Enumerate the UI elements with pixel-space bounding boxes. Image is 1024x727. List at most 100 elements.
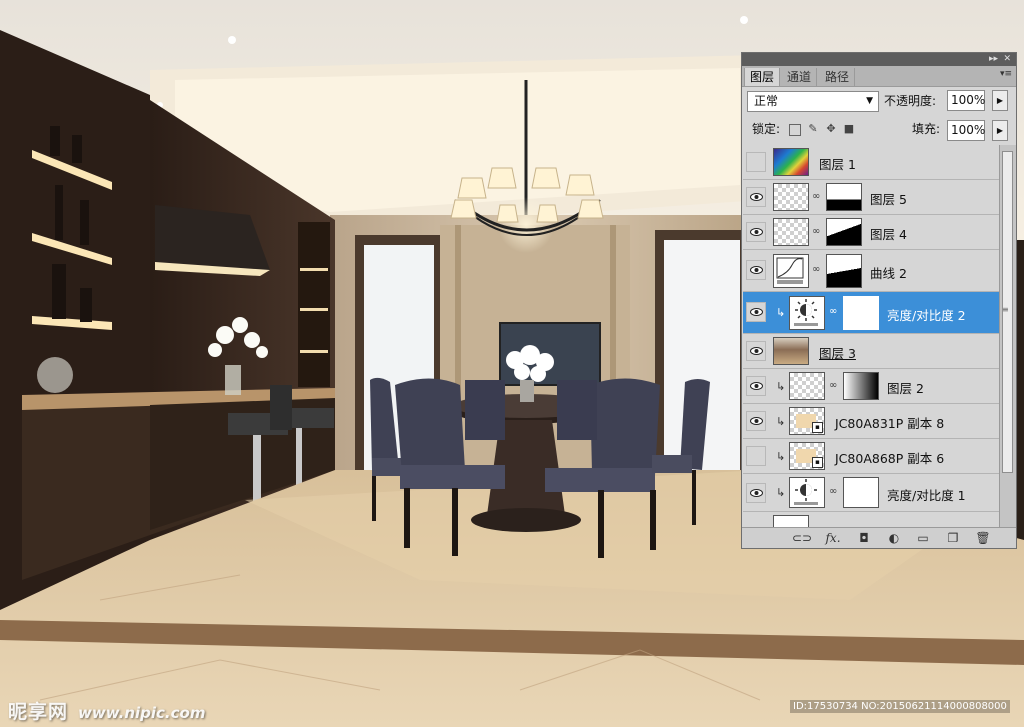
mask-thumbnail xyxy=(843,372,879,400)
trash-icon[interactable]: 🗑 xyxy=(974,530,992,546)
opacity-slider-arrow-icon[interactable]: ▶ xyxy=(992,90,1008,111)
adjustment-layer-icon[interactable]: ◐ xyxy=(885,530,903,546)
visibility-toggle[interactable] xyxy=(746,446,766,466)
visibility-toggle[interactable] xyxy=(746,341,766,361)
close-icon[interactable]: ✕ xyxy=(1003,53,1011,66)
fill-label: 填充: xyxy=(912,122,941,136)
opacity-input[interactable]: 100% xyxy=(947,90,985,111)
layer-row[interactable]: ↳ ▪ JC80A868P 副本 6 xyxy=(743,439,999,474)
layer-name: 图层 4 xyxy=(870,227,907,242)
link-icon: ∞ xyxy=(812,191,821,202)
fill-input[interactable]: 100% xyxy=(947,120,985,141)
clipping-arrow-icon: ↳ xyxy=(776,380,786,393)
visibility-toggle[interactable] xyxy=(746,483,766,503)
link-layers-icon[interactable]: ⊂⊃ xyxy=(792,530,812,546)
eye-icon xyxy=(750,266,763,274)
visibility-toggle[interactable] xyxy=(746,222,766,242)
watermark-logo: 昵享网 www.nipic.com xyxy=(8,697,205,724)
lock-label: 锁定: xyxy=(752,122,781,136)
clipping-arrow-icon: ↳ xyxy=(776,306,786,319)
layer-name: 图层 5 xyxy=(870,192,907,207)
scroll-grip-icon: ≡ xyxy=(1002,305,1009,314)
lock-move-icon[interactable]: ✥ xyxy=(825,123,837,135)
clipping-arrow-icon: ↳ xyxy=(776,450,786,463)
smart-object-thumbnail: ▪ xyxy=(789,442,825,470)
mask-thumbnail xyxy=(843,296,879,330)
layer-name: JC80A831P 副本 8 xyxy=(835,416,945,431)
layer-row[interactable]: ↳ ∞ 亮度/对比度 1 xyxy=(743,474,999,512)
mask-thumbnail xyxy=(826,218,862,246)
link-icon: ∞ xyxy=(829,486,838,497)
lock-transparent-icon[interactable] xyxy=(789,124,801,136)
layer-row[interactable]: ∞ 图层 4 xyxy=(743,215,999,250)
tab-layers[interactable]: 图层 xyxy=(744,68,781,86)
tab-channels[interactable]: 通道 xyxy=(782,68,818,86)
opacity-label: 不透明度: xyxy=(884,94,937,108)
collapse-icon[interactable]: ▸▸ xyxy=(989,53,998,66)
visibility-toggle[interactable] xyxy=(746,260,766,280)
eye-icon xyxy=(750,193,763,201)
eye-icon xyxy=(750,417,763,425)
blend-mode-value: 正常 xyxy=(754,94,779,108)
layer-row-partial[interactable] xyxy=(743,512,999,528)
mask-thumbnail xyxy=(826,254,862,288)
visibility-toggle[interactable] xyxy=(746,302,766,322)
link-icon: ∞ xyxy=(829,380,838,391)
layer-row[interactable]: ∞ 曲线 2 xyxy=(743,250,999,292)
visibility-toggle[interactable] xyxy=(746,152,766,172)
layers-list: 图层 1 ∞ 图层 5 ∞ 图层 4 ∞ 曲线 2 ↳ ∞ 亮度/对比度 2 图… xyxy=(743,145,999,528)
layer-name: JC80A868P 副本 6 xyxy=(835,451,945,466)
layer-name: 曲线 2 xyxy=(870,266,907,281)
smart-object-thumbnail: ▪ xyxy=(789,407,825,435)
brightness-contrast-icon xyxy=(789,296,825,330)
new-layer-icon[interactable]: ❐ xyxy=(944,530,962,546)
fx-icon[interactable]: fx. xyxy=(824,530,842,546)
add-mask-icon[interactable]: ◘ xyxy=(855,530,873,546)
mask-thumbnail xyxy=(843,477,879,508)
mask-thumbnail xyxy=(826,183,862,211)
layer-thumbnail xyxy=(773,337,809,365)
group-folder-icon[interactable]: ▭ xyxy=(914,530,932,546)
layer-row[interactable]: 图层 1 xyxy=(743,145,999,180)
layer-name: 图层 3 xyxy=(819,346,856,361)
curves-adjustment-icon xyxy=(773,254,809,288)
panel-menu-icon[interactable]: ▾≡ xyxy=(1000,69,1012,79)
clipping-arrow-icon: ↳ xyxy=(776,486,786,499)
brightness-contrast-icon xyxy=(789,477,825,508)
eye-icon xyxy=(750,308,763,316)
link-icon: ∞ xyxy=(812,264,821,275)
visibility-toggle[interactable] xyxy=(746,187,766,207)
eye-icon xyxy=(750,347,763,355)
panel-tabs: 图层 通道 路径 ▾≡ xyxy=(742,66,1016,87)
layer-row-selected[interactable]: ↳ ∞ 亮度/对比度 2 xyxy=(743,292,999,334)
watermark-brand: 昵享网 xyxy=(8,701,69,723)
clipping-arrow-icon: ↳ xyxy=(776,415,786,428)
layer-name: 亮度/对比度 1 xyxy=(887,488,966,503)
panel-titlebar: ▸▸ ✕ xyxy=(742,53,1016,66)
layer-row[interactable]: ↳ ∞ 图层 2 xyxy=(743,369,999,404)
chevron-down-icon: ▼ xyxy=(866,96,873,106)
eye-icon xyxy=(750,489,763,497)
eye-icon xyxy=(750,382,763,390)
visibility-toggle[interactable] xyxy=(746,411,766,431)
layer-name: 图层 1 xyxy=(819,157,856,172)
layer-row[interactable]: ↳ ▪ JC80A831P 副本 8 xyxy=(743,404,999,439)
tab-paths[interactable]: 路径 xyxy=(820,68,856,86)
visibility-toggle[interactable] xyxy=(746,376,766,396)
layers-panel: ▸▸ ✕ 图层 通道 路径 ▾≡ 正常 ▼ 不透明度: 100% ▶ 锁定: ✎… xyxy=(741,52,1017,549)
layer-row[interactable]: ∞ 图层 5 xyxy=(743,180,999,215)
eye-icon xyxy=(750,228,763,236)
fill-slider-arrow-icon[interactable]: ▶ xyxy=(992,120,1008,141)
layers-bottom-toolbar: ⊂⊃ fx. ◘ ◐ ▭ ❐ 🗑 xyxy=(742,527,1016,548)
blend-mode-select[interactable]: 正常 ▼ xyxy=(747,91,879,112)
layer-thumbnail xyxy=(773,218,809,246)
layers-scrollbar[interactable]: ≡ xyxy=(999,145,1016,528)
lock-brush-icon[interactable]: ✎ xyxy=(807,123,819,135)
layer-row[interactable]: 图层 3 xyxy=(743,334,999,369)
layer-thumbnail xyxy=(789,372,825,400)
layer-thumbnail xyxy=(773,148,809,176)
lock-all-icon[interactable]: ■ xyxy=(843,123,855,135)
layer-name: 图层 2 xyxy=(887,381,924,396)
layer-thumbnail xyxy=(773,183,809,211)
layer-name: 亮度/对比度 2 xyxy=(887,308,966,323)
